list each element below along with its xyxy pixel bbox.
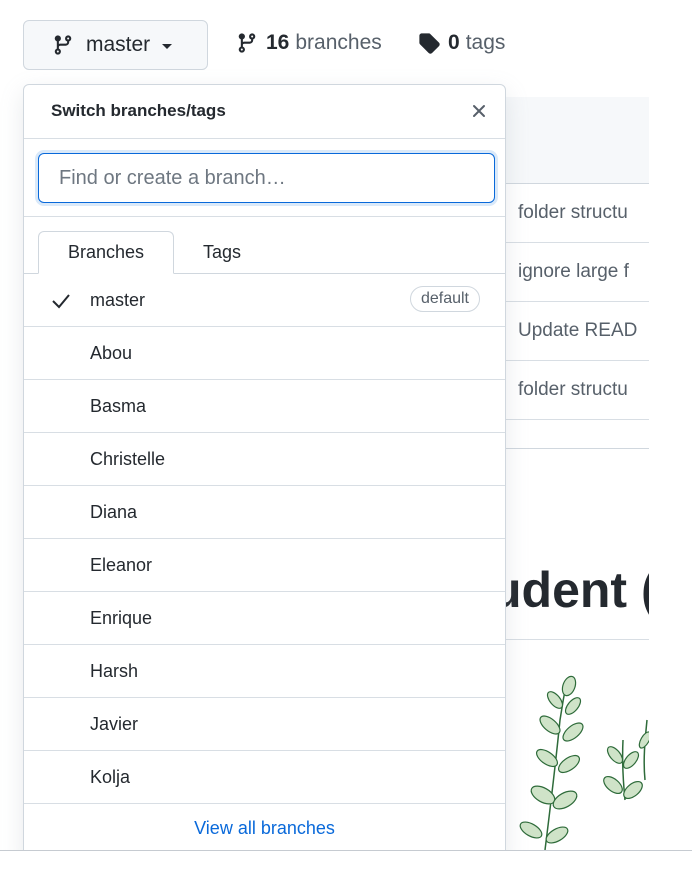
tab-tags[interactable]: Tags (174, 231, 270, 274)
tags-label: tags (465, 31, 506, 54)
branch-item[interactable]: Kolja (24, 751, 505, 804)
branch-item[interactable]: Basma (24, 380, 505, 433)
commit-list-end (505, 420, 649, 449)
commit-message[interactable]: folder structu (518, 379, 628, 401)
branch-name: Harsh (90, 661, 139, 681)
branch-name: Kolja (90, 767, 131, 787)
commit-row[interactable]: Update READ (505, 302, 649, 361)
branch-item[interactable]: Enrique (24, 592, 505, 645)
tags-link[interactable]: 0 tags (418, 31, 505, 55)
branch-switcher-dropdown: Switch branches/tags Branches Tags maste… (23, 84, 506, 864)
branch-name: Christelle (90, 449, 166, 469)
branches-link[interactable]: 16 branches (236, 31, 382, 55)
dropdown-tabs: Branches Tags (24, 217, 505, 274)
branches-label: branches (295, 31, 382, 54)
branch-select-button[interactable]: master (23, 20, 208, 70)
branch-item[interactable]: Abou (24, 327, 505, 380)
branch-search-input[interactable] (38, 153, 495, 203)
chevron-down-icon (162, 43, 173, 49)
branch-item[interactable]: Diana (24, 486, 505, 539)
branch-item[interactable]: Eleanor (24, 539, 505, 592)
commit-message[interactable]: Update READ (518, 320, 637, 342)
dropdown-title: Switch branches/tags (51, 101, 226, 120)
view-all-branches-link[interactable]: View all branches (24, 818, 505, 839)
close-icon[interactable] (467, 99, 491, 123)
branch-item-master[interactable]: master default (24, 274, 505, 327)
dropdown-search-section (24, 139, 505, 217)
branch-name: Abou (90, 343, 133, 363)
dropdown-header: Switch branches/tags (24, 85, 505, 139)
bottom-strip (0, 851, 692, 880)
commit-message[interactable]: ignore large f (518, 261, 629, 283)
tab-branches[interactable]: Branches (38, 231, 174, 274)
commit-row[interactable]: folder structu (505, 184, 649, 243)
branch-name: Eleanor (90, 555, 153, 575)
commit-message[interactable]: folder structu (518, 202, 628, 224)
tag-icon (418, 32, 440, 54)
branch-select-label: master (86, 33, 151, 56)
commit-row[interactable]: ignore large f (505, 243, 649, 302)
git-branch-icon (236, 32, 258, 54)
branch-name: Diana (90, 502, 138, 522)
tags-count: 0 (448, 31, 460, 54)
branch-name: Enrique (90, 608, 153, 628)
git-branch-icon (52, 33, 74, 57)
readme-heading: udent ( (505, 555, 649, 640)
branch-item[interactable]: Harsh (24, 645, 505, 698)
commit-row[interactable]: folder structu (505, 361, 649, 420)
dropdown-footer: View all branches (24, 804, 505, 856)
commit-header (505, 97, 649, 184)
branch-list: master default Abou Basma Christelle Dia… (24, 274, 505, 804)
branch-name: Basma (90, 396, 147, 416)
readme-illustration (505, 660, 649, 850)
branch-name: master (90, 290, 146, 310)
branches-count: 16 (266, 31, 290, 54)
check-icon (51, 292, 71, 310)
branch-item[interactable]: Javier (24, 698, 505, 751)
branch-name: Javier (90, 714, 139, 734)
default-badge: default (409, 286, 480, 312)
branch-item[interactable]: Christelle (24, 433, 505, 486)
